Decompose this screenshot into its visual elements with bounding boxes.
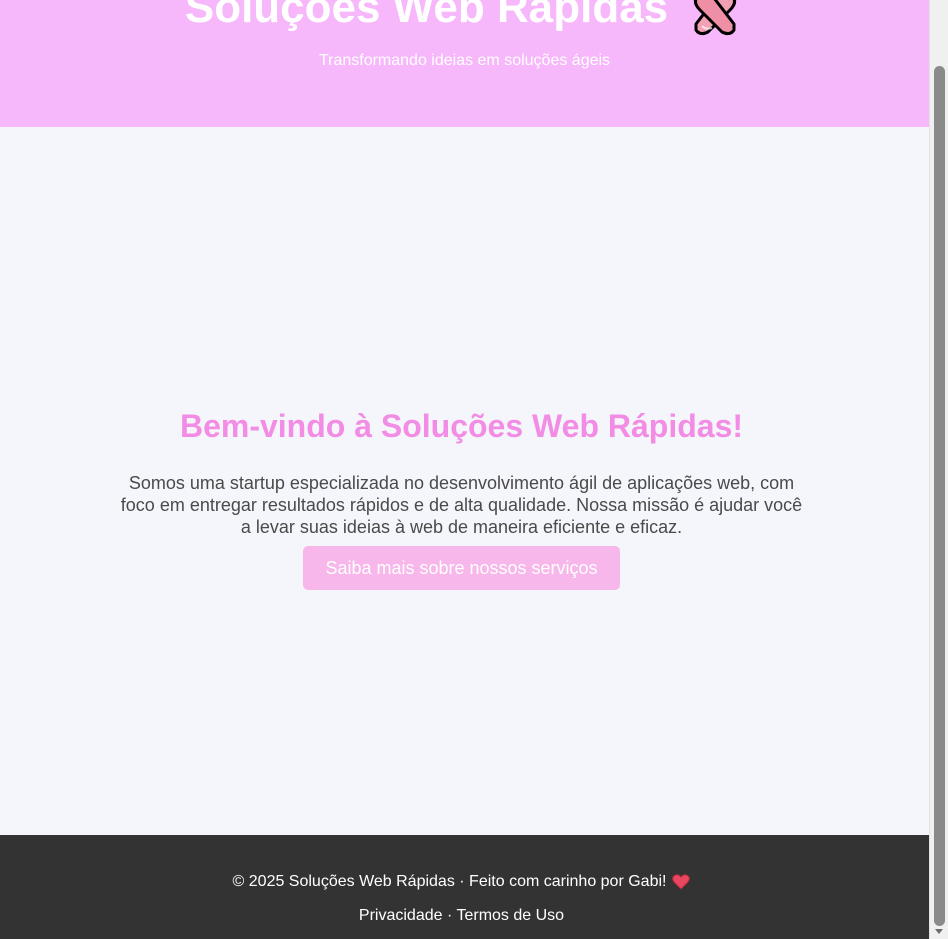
heart-icon: [672, 874, 691, 890]
site-title: Soluções Web Rápidas: [184, 0, 669, 32]
footer-links: Privacidade · Termos de Uso: [0, 907, 923, 925]
vertical-scrollbar[interactable]: [929, 0, 948, 939]
privacy-link[interactable]: Privacidade: [359, 907, 443, 924]
hero-section: Bem-vindo à Soluções Web Rápidas! Somos …: [0, 127, 929, 835]
site-header: Soluções Web Rápidas Transformando ideia…: [0, 0, 929, 127]
scrollbar-thumb[interactable]: [934, 66, 945, 926]
hero-title: Bem-vindo à Soluções Web Rápidas!: [179, 408, 744, 444]
footer-copyright: © 2025 Soluções Web Rápidas · Feito com …: [232, 873, 667, 890]
learn-more-button[interactable]: Saiba mais sobre nossos serviços: [303, 546, 620, 590]
hero-description: Somos uma startup especializada no desen…: [120, 473, 803, 537]
terms-link[interactable]: Termos de Uso: [456, 907, 564, 924]
footer-link-separator: ·: [446, 907, 453, 924]
header-title-row: Soluções Web Rápidas: [0, 0, 929, 38]
site-subtitle: Transformando ideias em soluções ágeis: [318, 52, 611, 69]
page: Soluções Web Rápidas Transformando ideia…: [0, 0, 929, 939]
ballet-shoes-icon: [686, 0, 744, 36]
scroll-down-arrow-icon[interactable]: [935, 929, 943, 934]
footer-copyright-row: © 2025 Soluções Web Rápidas · Feito com …: [0, 873, 923, 891]
site-footer: © 2025 Soluções Web Rápidas · Feito com …: [0, 835, 929, 939]
